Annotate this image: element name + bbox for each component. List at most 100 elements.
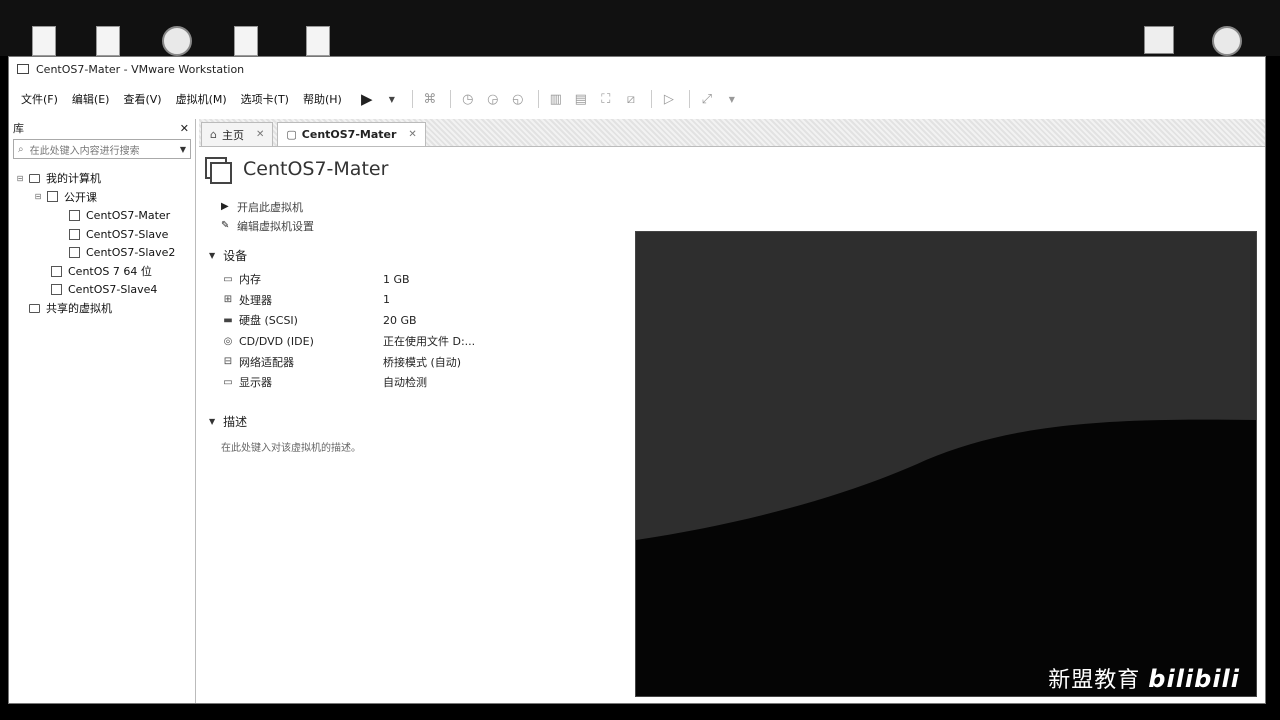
vm-name: CentOS7-Mater — [243, 158, 389, 180]
menu-file[interactable]: 文件(F) — [21, 91, 58, 107]
main-content: ⌂ 主页 ✕ ▢ CentOS7-Mater ✕ CentOS7-Mater ▶… — [199, 119, 1265, 703]
tab-home[interactable]: ⌂ 主页 ✕ — [201, 122, 274, 146]
network-icon: ⊟ — [223, 356, 233, 368]
menu-help[interactable]: 帮助(H) — [303, 91, 342, 107]
power-on-vm-link[interactable]: ▶ 开启此虚拟机 — [221, 197, 314, 216]
library-panel: 库 ✕ ⌕ 在此处键入内容进行搜索 ▼ ⊟ 我的计算机 ⊟ 公开课 CentOS… — [9, 119, 196, 703]
desktop-shortcut-icon[interactable] — [32, 26, 56, 56]
collapse-triangle-icon: ▼ — [209, 417, 216, 426]
tree-item-vm[interactable]: CentOS7-Slave2 — [9, 243, 195, 262]
tree-item-vm[interactable]: CentOS7-Slave4 — [9, 281, 195, 300]
vm-icon — [51, 265, 62, 277]
vm-preview-graphic — [636, 232, 1256, 696]
vm-header: CentOS7-Mater — [205, 157, 389, 184]
title-bar: CentOS7-Mater - VMware Workstation — [9, 57, 1265, 81]
menu-tabs[interactable]: 选项卡(T) — [241, 91, 289, 107]
search-placeholder: 在此处键入内容进行搜索 — [29, 145, 140, 157]
watermark-text: 新盟教育 — [1048, 668, 1141, 693]
window-title: CentOS7-Mater - VMware Workstation — [36, 62, 245, 76]
send-keys-icon[interactable]: ⌘ — [419, 89, 441, 109]
cpu-icon: ⊞ — [223, 294, 233, 306]
snapshot-icon[interactable]: ◷ — [457, 89, 479, 109]
bilibili-logo: bilibili — [1148, 665, 1240, 693]
collapse-icon[interactable]: ⊟ — [33, 192, 43, 201]
vmware-window: CentOS7-Mater - VMware Workstation 文件(F)… — [8, 56, 1266, 704]
menu-edit[interactable]: 编辑(E) — [72, 91, 110, 107]
close-icon[interactable]: ✕ — [408, 129, 416, 140]
vm-icon — [69, 247, 80, 259]
tree-item-label: 公开课 — [64, 190, 97, 204]
action-label: 开启此虚拟机 — [237, 200, 303, 214]
cd-icon: ◎ — [223, 335, 233, 347]
tree-item-label: CentOS 7 64 位 — [68, 265, 152, 279]
thumbnail-bar-icon[interactable]: ▤ — [570, 89, 592, 109]
toolbar-separator — [650, 90, 652, 108]
desktop-shortcut-icon[interactable] — [96, 26, 120, 56]
description-input[interactable]: 在此处键入对该虚拟机的描述。 — [221, 439, 361, 454]
device-row[interactable]: ▭ 内存 1 GB — [221, 269, 475, 290]
menu-view[interactable]: 查看(V) — [123, 91, 161, 107]
shared-vms-icon — [29, 303, 40, 313]
vm-icon — [69, 209, 80, 221]
tree-item-vm[interactable]: CentOS7-Slave — [9, 225, 195, 244]
description-section-header[interactable]: ▼ 描述 — [209, 413, 247, 430]
stretch-view-icon[interactable]: ⤢ — [696, 89, 718, 109]
computer-icon — [29, 173, 40, 183]
unity-icon[interactable]: ⧄ — [620, 89, 642, 109]
desktop-app-icon[interactable] — [162, 26, 192, 56]
close-icon[interactable]: ✕ — [256, 129, 264, 140]
library-search-input[interactable]: ⌕ 在此处键入内容进行搜索 ▼ — [13, 139, 191, 159]
fullscreen-icon[interactable]: ⛶ — [595, 89, 617, 109]
desktop-icon-strip — [0, 0, 1280, 56]
tree-item-vm[interactable]: CentOS 7 64 位 — [9, 262, 195, 281]
tree-item-vm[interactable]: CentOS7-Mater — [9, 206, 195, 225]
desktop-shortcut-icon[interactable] — [1144, 26, 1174, 54]
menu-vm[interactable]: 虚拟机(M) — [176, 91, 227, 107]
tree-item-my-computer[interactable]: ⊟ 我的计算机 — [9, 169, 195, 188]
tree-item-label: CentOS7-Slave2 — [86, 246, 176, 260]
close-icon[interactable]: ✕ — [180, 122, 189, 135]
tab-label: 主页 — [221, 128, 244, 142]
home-icon: ⌂ — [210, 128, 217, 141]
action-label: 编辑虚拟机设置 — [237, 219, 314, 233]
display-icon: ▭ — [223, 376, 233, 388]
device-row[interactable]: ▬ 硬盘 (SCSI) 20 GB — [221, 310, 475, 331]
devices-section-header[interactable]: ▼ 设备 — [209, 247, 247, 264]
console-view-icon[interactable]: ▷ — [658, 89, 680, 109]
device-row[interactable]: ▭ 显示器 自动检测 — [221, 372, 475, 393]
chevron-down-icon[interactable]: ▼ — [180, 145, 186, 154]
tree-item-folder[interactable]: ⊟ 公开课 — [9, 188, 195, 207]
collapse-triangle-icon: ▼ — [209, 251, 216, 260]
library-header: 库 ✕ — [9, 119, 195, 137]
power-on-icon[interactable]: ▶ — [356, 89, 378, 109]
folder-icon — [47, 191, 58, 203]
tree-item-label: 我的计算机 — [46, 172, 101, 186]
tree-item-shared-vms[interactable]: 共享的虚拟机 — [9, 299, 195, 318]
disk-icon: ▬ — [223, 314, 233, 326]
play-icon: ▶ — [221, 201, 229, 212]
tab-bar: ⌂ 主页 ✕ ▢ CentOS7-Mater ✕ — [199, 119, 1265, 147]
edit-settings-icon: ✎ — [221, 220, 230, 231]
library-tree: ⊟ 我的计算机 ⊟ 公开课 CentOS7-Mater CentOS7-Slav… — [9, 169, 195, 318]
snapshot-manager-icon[interactable]: ◵ — [507, 89, 529, 109]
tree-item-label: CentOS7-Mater — [86, 208, 171, 222]
device-row[interactable]: ◎ CD/DVD (IDE) 正在使用文件 D:... — [221, 331, 476, 352]
edit-vm-settings-link[interactable]: ✎ 编辑虚拟机设置 — [221, 216, 314, 235]
search-icon: ⌕ — [18, 143, 24, 155]
section-title: 设备 — [223, 249, 248, 263]
show-library-icon[interactable]: ▥ — [545, 89, 567, 109]
collapse-icon[interactable]: ⊟ — [15, 174, 25, 183]
desktop-file-icon[interactable] — [306, 26, 330, 56]
tab-vm[interactable]: ▢ CentOS7-Mater ✕ — [277, 122, 426, 146]
chevron-down-icon[interactable]: ▼ — [721, 89, 743, 109]
device-row[interactable]: ⊞ 处理器 1 — [221, 290, 475, 311]
chevron-down-icon[interactable]: ▼ — [381, 89, 403, 109]
excel-file-icon[interactable] — [234, 26, 258, 56]
section-title: 描述 — [223, 415, 248, 429]
toolbar-separator — [688, 90, 690, 108]
desktop-app-icon[interactable] — [1212, 26, 1242, 56]
device-row[interactable]: ⊟ 网络适配器 桥接模式 (自动) — [221, 351, 475, 372]
video-watermark: 新盟教育 bilibili — [1048, 662, 1240, 694]
revert-snapshot-icon[interactable]: ◶ — [482, 89, 504, 109]
vm-preview-thumbnail[interactable] — [635, 231, 1257, 697]
